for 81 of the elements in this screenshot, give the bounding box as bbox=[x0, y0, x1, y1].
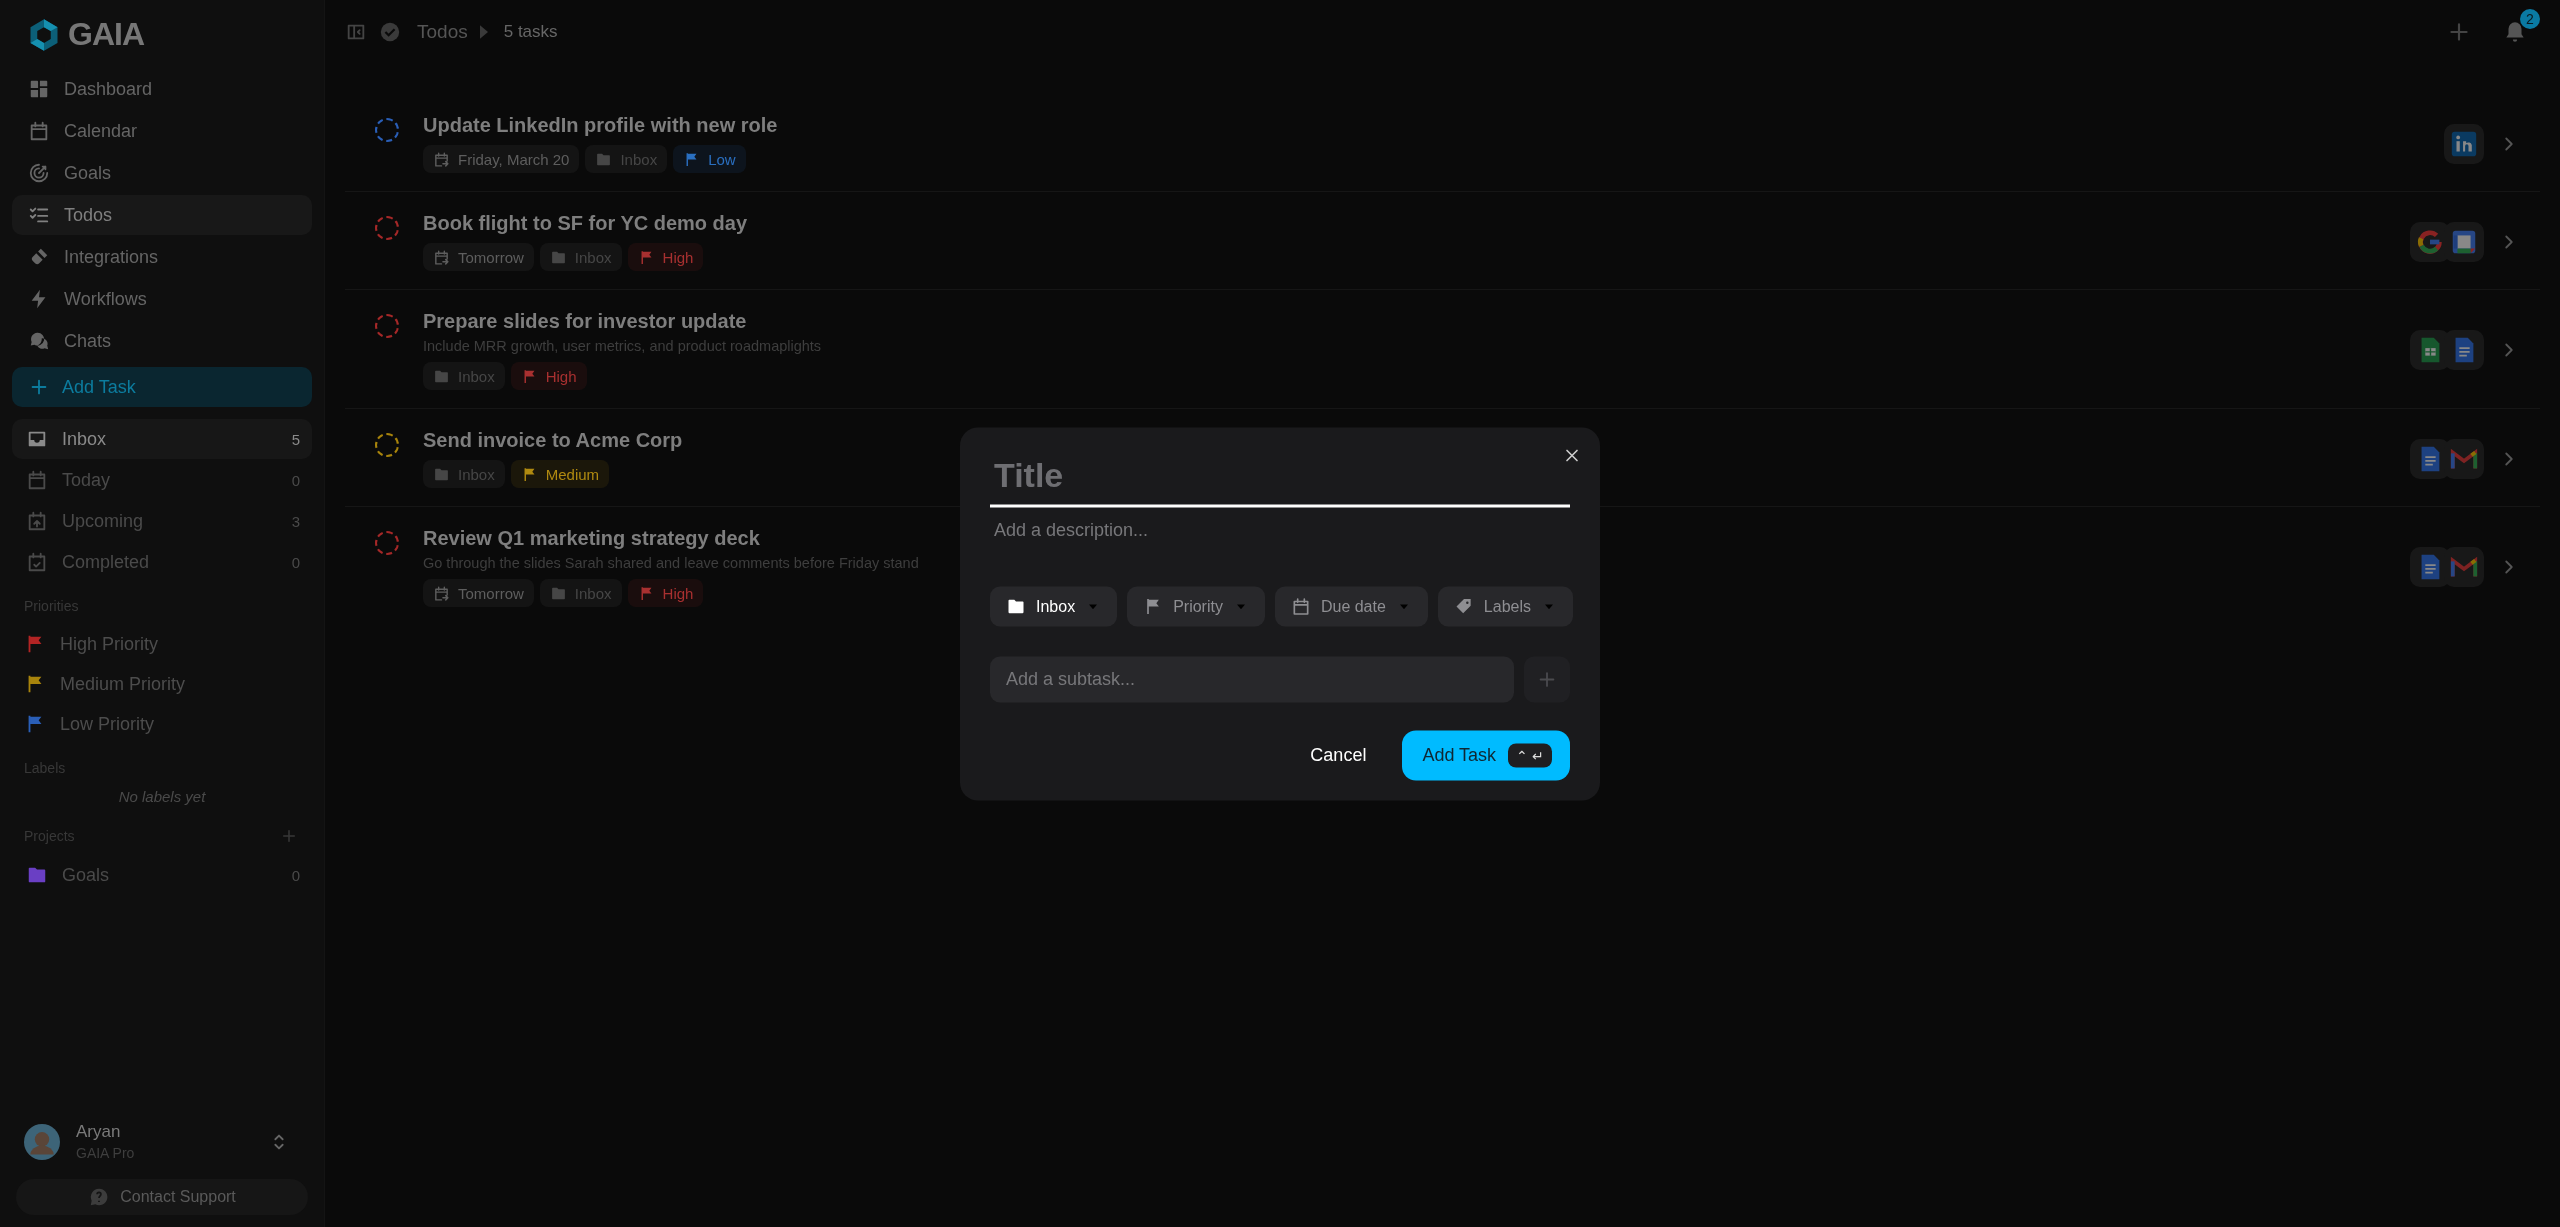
calendar-icon bbox=[433, 150, 450, 168]
caret-right-icon bbox=[479, 25, 488, 39]
view-item[interactable]: Today 0 bbox=[12, 460, 312, 500]
calendar-check-icon bbox=[26, 551, 48, 573]
target-icon bbox=[28, 162, 50, 184]
task-chip: Tomorrow bbox=[423, 579, 534, 607]
task-chip: Tomorrow bbox=[423, 243, 534, 271]
app-logo-icon bbox=[2444, 123, 2484, 164]
task-chip: High bbox=[627, 579, 704, 607]
view-item[interactable]: Completed 0 bbox=[12, 542, 312, 582]
breadcrumb: Todos bbox=[417, 21, 468, 43]
check-circle-icon bbox=[379, 21, 401, 43]
option-dropdown[interactable]: Inbox bbox=[990, 586, 1118, 626]
add-task-submit-button[interactable]: Add Task ⌃ ↵ bbox=[1402, 730, 1570, 780]
nav-item[interactable]: Workflows bbox=[12, 279, 312, 319]
option-dropdown[interactable]: Due date bbox=[1274, 586, 1428, 626]
view-item[interactable]: Upcoming 3 bbox=[12, 501, 312, 541]
nav-item[interactable]: Dashboard bbox=[12, 69, 312, 109]
app-logo-icon bbox=[2444, 221, 2484, 262]
add-task-button[interactable]: Add Task bbox=[12, 367, 312, 407]
notification-badge: 2 bbox=[2520, 9, 2540, 29]
nav-item[interactable]: Todos bbox=[12, 195, 312, 235]
task-title: Send invoice to Acme Corp bbox=[423, 429, 683, 452]
task-chip: Friday, March 20 bbox=[423, 145, 580, 173]
view-count: 0 bbox=[291, 553, 300, 571]
title-field[interactable]: Title bbox=[990, 455, 1570, 507]
task-checkbox[interactable] bbox=[375, 118, 399, 142]
task-checkbox[interactable] bbox=[375, 433, 399, 457]
task-chip: Medium bbox=[510, 460, 610, 488]
task-checkbox[interactable] bbox=[375, 531, 399, 555]
view-label: Completed bbox=[62, 551, 151, 573]
plus-icon[interactable] bbox=[280, 827, 298, 845]
chat-bubble-icon bbox=[28, 330, 50, 352]
task-title: Prepare slides for investor update bbox=[423, 310, 747, 333]
nav-item[interactable]: Chats bbox=[12, 321, 312, 361]
calendar-icon bbox=[28, 120, 50, 142]
option-dropdown[interactable]: Labels bbox=[1437, 586, 1573, 626]
task-chip: High bbox=[627, 243, 704, 271]
task-title: Book flight to SF for YC demo day bbox=[423, 212, 748, 235]
calendar-icon bbox=[26, 469, 48, 491]
app-logo-icon bbox=[2444, 438, 2484, 479]
view-item[interactable]: Inbox 5 bbox=[12, 419, 312, 459]
calendar-arrow-icon bbox=[26, 510, 48, 532]
app-logo-icon bbox=[2444, 330, 2484, 370]
view-label: Upcoming bbox=[62, 510, 145, 532]
task-count: 5 tasks bbox=[503, 22, 558, 42]
view-count: 3 bbox=[291, 512, 300, 530]
shortcut-hint: ⌃ ↵ bbox=[1508, 743, 1552, 767]
contact-support-button[interactable]: Contact Support bbox=[16, 1179, 308, 1215]
view-label: Inbox bbox=[62, 428, 108, 450]
cancel-button[interactable]: Cancel bbox=[1304, 743, 1373, 767]
task-chip: Low bbox=[673, 145, 746, 173]
view-count: 5 bbox=[291, 430, 300, 448]
view-label: Today bbox=[62, 469, 112, 491]
calendar-icon bbox=[433, 584, 450, 602]
task-checkbox[interactable] bbox=[375, 314, 399, 338]
task-checkbox[interactable] bbox=[375, 216, 399, 240]
task-title: Update LinkedIn profile with new role bbox=[423, 114, 778, 137]
nav-item[interactable]: Calendar bbox=[12, 111, 312, 151]
project-label: Goals bbox=[62, 864, 111, 886]
priority-item[interactable]: Low Priority bbox=[12, 704, 312, 744]
nav-item[interactable]: Integrations bbox=[12, 237, 312, 277]
user-name: Aryan bbox=[76, 1122, 122, 1142]
task-title: Review Q1 marketing strategy deck bbox=[423, 527, 760, 550]
priority-item[interactable]: High Priority bbox=[12, 624, 312, 664]
project-count: 0 bbox=[291, 866, 300, 884]
subtask-field[interactable]: Add a subtask... bbox=[990, 656, 1514, 702]
view-count: 0 bbox=[291, 471, 300, 489]
nav-item[interactable]: Goals bbox=[12, 153, 312, 193]
add-subtask-button[interactable] bbox=[1524, 656, 1570, 702]
option-dropdown[interactable]: Priority bbox=[1127, 586, 1265, 626]
description-field[interactable]: Add a description... bbox=[990, 507, 1570, 540]
app-logo-icon bbox=[2444, 547, 2484, 587]
avatar-icon bbox=[24, 1123, 60, 1160]
task-chip: High bbox=[510, 362, 587, 390]
project-item[interactable]: Goals 0 bbox=[12, 855, 312, 895]
empty-labels-text: No labels yet bbox=[117, 787, 207, 807]
calendar-icon bbox=[433, 248, 450, 266]
grid-icon bbox=[28, 78, 50, 100]
priority-item[interactable]: Medium Priority bbox=[12, 664, 312, 704]
brand-name: GAIA bbox=[68, 16, 144, 53]
